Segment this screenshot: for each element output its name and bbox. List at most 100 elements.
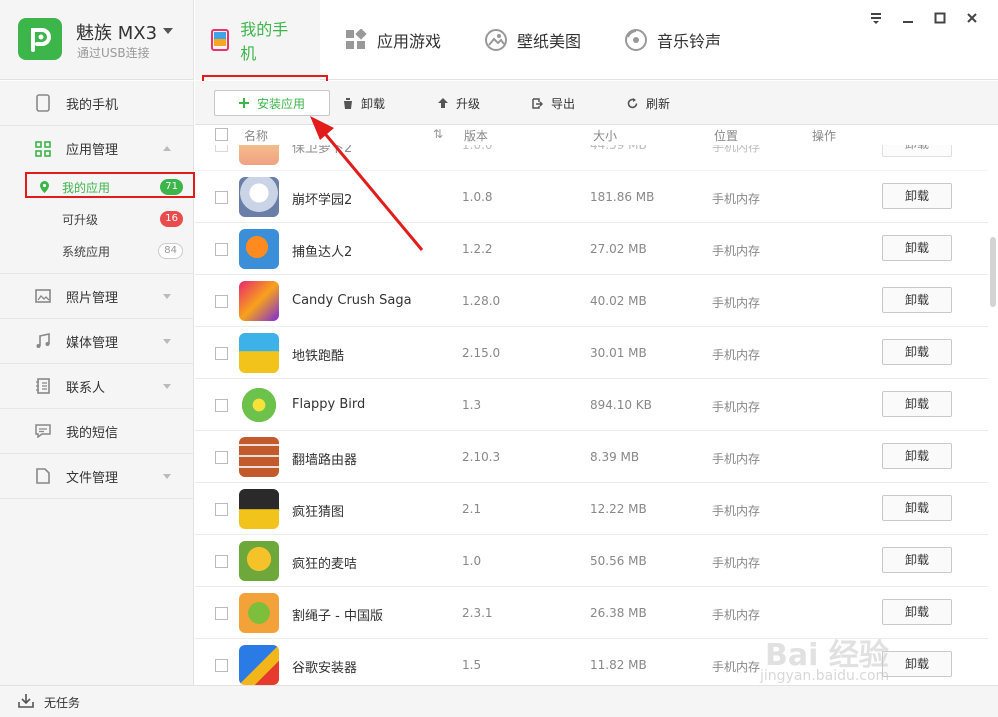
table-row[interactable]: 割绳子 - 中国版 2.3.1 26.38 MB 手机内存 卸载 [195, 587, 988, 639]
download-tray-icon [18, 694, 34, 711]
row-checkbox[interactable] [215, 191, 228, 204]
contacts-icon [34, 377, 52, 395]
row-checkbox[interactable] [215, 607, 228, 620]
status-bar: 无任务 [0, 685, 998, 717]
tab-my-phone[interactable]: 我的手机 [195, 0, 320, 80]
app-size: 40.02 MB [590, 294, 647, 308]
uninstall-row-button[interactable]: 卸载 [882, 443, 952, 469]
tab-apps-games[interactable]: 应用游戏 [345, 0, 441, 80]
refresh-icon [627, 97, 638, 109]
app-icon [239, 333, 279, 373]
app-location: 手机内存 [712, 244, 761, 258]
app-location: 手机内存 [712, 192, 761, 206]
minimize-icon[interactable] [900, 10, 916, 26]
sidebar-subitem-upgradable[interactable]: 可升级 16 [0, 203, 193, 235]
column-location[interactable]: 位置 [714, 127, 738, 144]
location-pin-icon [40, 181, 49, 196]
uninstall-row-button[interactable]: 卸载 [882, 339, 952, 365]
sidebar-item-sms[interactable]: 我的短信 [0, 409, 193, 454]
table-row[interactable]: 翻墙路由器 2.10.3 8.39 MB 手机内存 卸载 [195, 431, 988, 483]
app-location: 手机内存 [712, 452, 761, 466]
row-checkbox[interactable] [215, 555, 228, 568]
arrow-up-icon [438, 98, 448, 108]
chevron-down-icon [163, 28, 174, 34]
app-icon [239, 645, 279, 685]
app-version: 2.10.3 [462, 450, 501, 464]
maximize-icon[interactable] [932, 10, 948, 26]
chevron-down-icon [163, 384, 171, 389]
uninstall-row-button[interactable]: 卸载 [882, 287, 952, 313]
sidebar-item-photos[interactable]: 照片管理 [0, 274, 193, 319]
row-checkbox[interactable] [215, 243, 228, 256]
app-name: Flappy Bird [292, 397, 366, 412]
phone-icon [34, 94, 52, 112]
chevron-down-icon [163, 474, 171, 479]
column-version[interactable]: 版本 [464, 127, 488, 144]
count-badge: 16 [160, 211, 183, 227]
row-checkbox[interactable] [215, 347, 228, 360]
grid-icon [34, 140, 52, 158]
sidebar-item-contacts[interactable]: 联系人 [0, 364, 193, 409]
wallpaper-icon [485, 29, 507, 51]
table-row[interactable]: Candy Crush Saga 1.28.0 40.02 MB 手机内存 卸载 [195, 275, 988, 327]
app-icon [239, 593, 279, 633]
app-location: 手机内存 [712, 296, 761, 310]
app-size: 12.22 MB [590, 502, 647, 516]
sidebar-item-my-phone[interactable]: 我的手机 [0, 81, 193, 126]
uninstall-row-button[interactable]: 卸载 [882, 183, 952, 209]
uninstall-row-button[interactable]: 卸载 [882, 235, 952, 261]
plus-icon [238, 98, 249, 108]
column-action: 操作 [812, 129, 837, 143]
table-row[interactable]: 谷歌安装器 1.5 11.82 MB 手机内存 卸载 [195, 639, 988, 685]
task-status[interactable]: 无任务 [18, 694, 80, 711]
tab-music-ringtones[interactable]: 音乐铃声 [625, 0, 721, 80]
row-checkbox[interactable] [215, 295, 228, 308]
app-size: 181.86 MB [590, 190, 655, 204]
app-location: 手机内存 [712, 400, 761, 414]
app-size: 8.39 MB [590, 450, 640, 464]
column-name[interactable]: 名称 [244, 127, 268, 144]
sidebar-item-files[interactable]: 文件管理 [0, 454, 193, 499]
chevron-up-icon [163, 146, 171, 151]
music-disc-icon [625, 29, 647, 51]
uninstall-row-button[interactable]: 卸载 [882, 495, 952, 521]
app-size: 30.01 MB [590, 346, 647, 360]
select-all-checkbox[interactable] [215, 128, 228, 141]
app-version: 1.28.0 [462, 294, 501, 308]
table-row[interactable]: Flappy Bird 1.3 894.10 KB 手机内存 卸载 [195, 379, 988, 431]
row-checkbox[interactable] [215, 503, 228, 516]
apps-grid-icon [345, 29, 367, 51]
uninstall-row-button[interactable]: 卸载 [882, 651, 952, 677]
app-icon [239, 385, 279, 425]
app-icon [239, 541, 279, 581]
menu-icon[interactable] [868, 10, 884, 26]
row-checkbox[interactable] [215, 451, 228, 464]
table-row[interactable]: 地铁跑酷 2.15.0 30.01 MB 手机内存 卸载 [195, 327, 988, 379]
row-checkbox[interactable] [215, 399, 228, 412]
chevron-down-icon [163, 339, 171, 344]
uninstall-row-button[interactable]: 卸载 [882, 547, 952, 573]
app-management-submenu: 我的应用 71 可升级 16 系统应用 84 [0, 171, 193, 274]
sidebar-subitem-system-apps[interactable]: 系统应用 84 [0, 235, 193, 267]
close-icon[interactable] [964, 10, 980, 26]
sms-icon [34, 422, 52, 440]
table-row[interactable]: 疯狂猜图 2.1 12.22 MB 手机内存 卸载 [195, 483, 988, 535]
uninstall-row-button[interactable]: 卸载 [882, 391, 952, 417]
uninstall-row-button[interactable]: 卸载 [882, 599, 952, 625]
row-checkbox[interactable] [215, 659, 228, 672]
device-selector[interactable]: 魅族 MX3 [76, 19, 174, 45]
sidebar-subitem-my-apps[interactable]: 我的应用 71 [0, 171, 193, 203]
scrollbar-thumb[interactable] [990, 237, 996, 307]
app-size: 26.38 MB [590, 606, 647, 620]
column-size[interactable]: 大小 [593, 127, 617, 144]
tab-wallpapers[interactable]: 壁纸美图 [485, 0, 581, 80]
sidebar-item-media[interactable]: 媒体管理 [0, 319, 193, 364]
app-version: 1.2.2 [462, 242, 493, 256]
device-header: 魅族 MX3 通过USB连接 [0, 0, 194, 80]
table-row[interactable]: 疯狂的麦咭 1.0 50.56 MB 手机内存 卸载 [195, 535, 988, 587]
scrollbar[interactable] [988, 125, 998, 685]
annotation-arrow [310, 116, 424, 251]
app-location: 手机内存 [712, 660, 761, 674]
app-version: 1.0 [462, 554, 482, 568]
sidebar-item-app-management[interactable]: 应用管理 [0, 126, 193, 171]
